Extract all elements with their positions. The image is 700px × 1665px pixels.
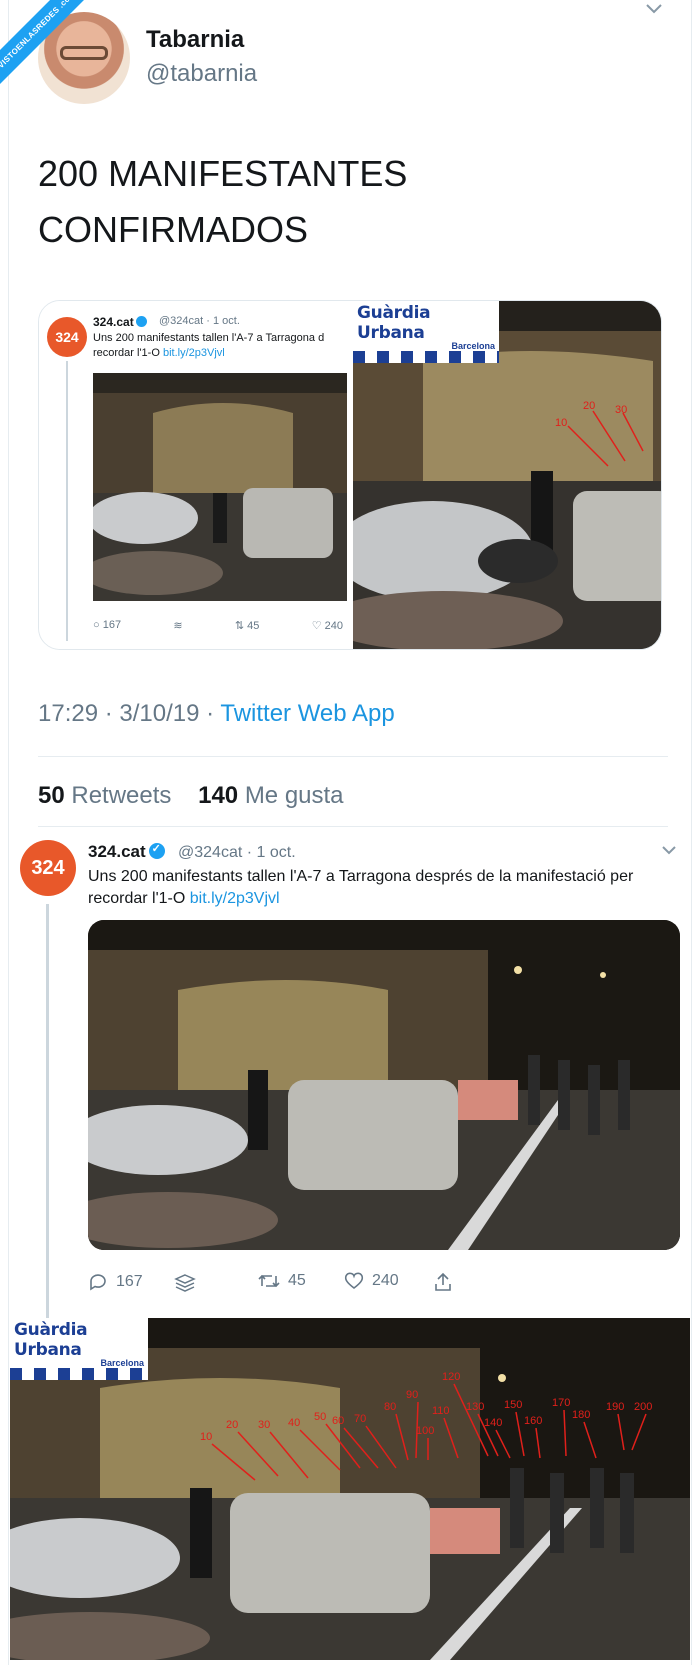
annotation-label: 30 [258,1419,270,1431]
second-tweet-photo[interactable] [88,920,680,1250]
embedded-text-line1: Uns 200 manifestants tallen l'A-7 a Tarr… [93,332,325,344]
reply-button[interactable]: 167 [88,1272,143,1292]
embedded-retweets: ⇅ 45 [234,620,260,632]
annotated-crowd-photo[interactable]: 10 20 30 40 50 60 70 80 90 100 110 120 130 140 150 160 1… [10,1318,690,1660]
tweet-text: 200 MANIFESTANTES CONFIRMADOS [38,146,638,258]
annotation-label: 100 [416,1425,434,1437]
reply-count: 167 [116,1273,143,1290]
embedded-text: Uns 200 manifestants tallen l'A-7 a Tarr… [93,331,351,363]
annotation-label: 10 [555,417,567,429]
annotation-label: 60 [332,1415,344,1427]
embedded-link: bit.ly/2p3Vjvl [162,347,225,359]
like-button[interactable]: 240 [344,1272,399,1290]
avatar-glasses [60,46,108,60]
retweet-icon [258,1274,280,1288]
like-count: 240 [372,1272,399,1289]
share-stack-button[interactable] [174,1272,196,1294]
reply-icon [90,1274,106,1291]
annotation-label: 110 [432,1405,450,1417]
guardia-urbana-badge: Guàrdia Urbana Barcelona [353,301,499,363]
embedded-replies: ○ 167 [93,619,122,631]
annotated-photo-closeup[interactable]: 10 20 30 Guàrdia Urbana Barcelona [353,301,661,649]
annotation-label: 20 [226,1419,238,1431]
checker-pattern [10,1368,148,1380]
heart-icon [344,1272,364,1290]
author-handle[interactable]: @tabarnia [146,60,257,88]
divider [38,756,668,757]
annotation-label: 50 [314,1411,326,1423]
second-tweet-text: Uns 200 manifestants tallen l'A-7 a Tarr… [88,866,688,910]
author-name[interactable]: Tabarnia [146,26,244,54]
source-app-link[interactable]: Twitter Web App [220,700,394,727]
annotation-label: 130 [466,1401,484,1413]
upload-button[interactable] [434,1272,452,1292]
guardia-title: Guàrdia Urbana [14,1320,88,1360]
second-tweet-text-line2: recordar l'1-O [88,890,190,907]
tweet-media[interactable]: 324 324.cat @324cat · 1 oct. Uns 200 man… [38,300,662,650]
annotation-label: 70 [354,1413,366,1425]
annotation-label: 80 [384,1401,396,1413]
annotation-label: 20 [583,400,595,412]
annotation-label: 40 [288,1417,300,1429]
likes-stat[interactable]: 140 Me gusta [198,782,343,809]
annotation-label: 190 [606,1401,624,1413]
tweet-stats: 50 Retweets 140 Me gusta [38,782,344,810]
checker-pattern [353,351,499,363]
tweet-text-line1: 200 MANIFESTANTES [38,153,408,194]
upload-icon [435,1272,451,1291]
annotation-label: 120 [442,1371,460,1383]
embedded-name: 324.cat [93,315,147,329]
divider [38,826,668,827]
retweets-stat[interactable]: 50 Retweets [38,782,171,809]
chevron-down-icon[interactable] [662,846,676,856]
verified-icon [135,316,147,327]
annotation-label: 160 [524,1415,542,1427]
annotation-label: 90 [406,1389,418,1401]
embedded-logo: 324 [47,317,87,357]
chevron-down-icon[interactable] [646,4,662,14]
tweet-text-line2: CONFIRMADOS [38,209,308,250]
second-tweet-meta[interactable]: @324cat · 1 oct. [178,844,296,862]
verified-icon [148,842,165,859]
share-stack-icon [174,1274,196,1292]
guardia-title: Guàrdia Urbana [357,303,431,343]
embedded-likes: ♡ 240 [311,620,343,632]
second-tweet-name[interactable]: 324.cat [88,842,165,862]
guardia-urbana-badge: Guàrdia Urbana Barcelona [10,1318,148,1380]
embedded-meta: @324cat · 1 oct. [159,315,240,327]
annotation-label: 10 [200,1431,212,1443]
annotation-label: 170 [552,1397,570,1409]
annotation-label: 140 [484,1417,502,1429]
thread-line [66,361,68,641]
retweet-button[interactable]: 45 [258,1272,306,1290]
second-tweet-avatar[interactable]: 324 [20,840,76,896]
embedded-actions: ○ 167 ≋ ⇅ 45 ♡ 240 [93,619,343,632]
share-stack-icon: ≋ [173,620,183,632]
annotation-label: 30 [615,404,627,416]
annotation-label: 180 [572,1409,590,1421]
thread-line [46,904,49,1318]
second-tweet-text-line1: Uns 200 manifestants tallen l'A-7 a Tarr… [88,868,634,885]
second-tweet-link[interactable]: bit.ly/2p3Vjvl [190,890,280,907]
annotation-label: 150 [504,1399,522,1411]
annotation-label: 200 [634,1401,652,1413]
embedded-photo [93,373,347,601]
tweet-timestamp[interactable]: 17:29 · 3/10/19 · Twitter Web App [38,700,395,728]
retweet-count: 45 [288,1272,306,1289]
embedded-tweet-screenshot[interactable]: 324 324.cat @324cat · 1 oct. Uns 200 man… [39,301,351,649]
embedded-text-line2: recordar l'1-O [93,347,163,359]
